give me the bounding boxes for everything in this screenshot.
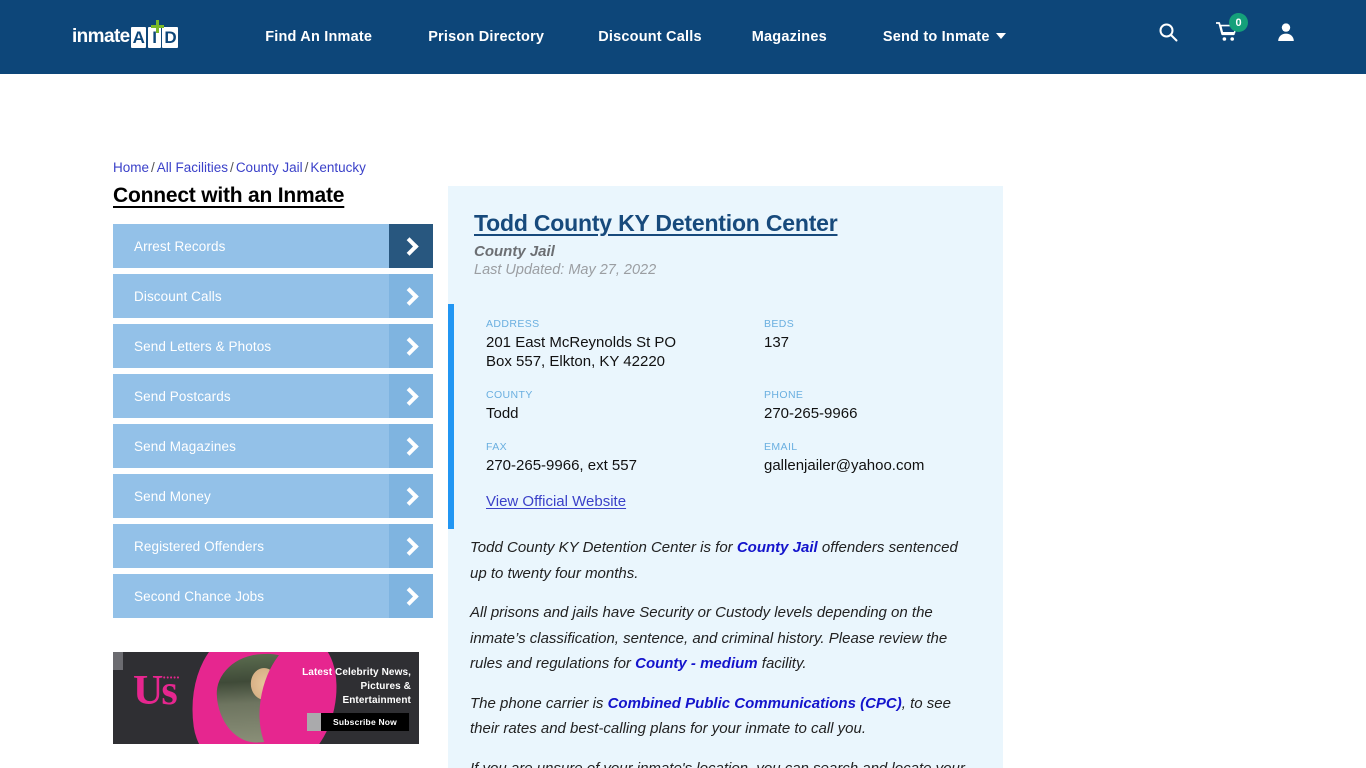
facility-info-grid: ADDRESS 201 East McReynolds St PO Box 55… bbox=[486, 318, 1003, 493]
facility-card: Todd County KY Detention Center County J… bbox=[448, 186, 1003, 768]
breadcrumb-item-home[interactable]: Home bbox=[113, 160, 149, 175]
sidebar-item-send-letters-photos[interactable]: Send Letters & Photos bbox=[113, 324, 433, 368]
site-header: inmate A I D Find An Inmate Prison Direc… bbox=[0, 0, 1366, 74]
facility-last-updated: Last Updated: May 27, 2022 bbox=[474, 262, 657, 278]
search-icon[interactable] bbox=[1158, 22, 1178, 47]
description-paragraph-2: All prisons and jails have Security or C… bbox=[470, 600, 975, 677]
chevron-down-icon bbox=[995, 33, 1006, 39]
cart-count-badge: 0 bbox=[1229, 13, 1248, 32]
ad-cta-wrap[interactable]: Subscribe Now bbox=[306, 713, 409, 731]
sidebar-item-label: Send Letters & Photos bbox=[134, 338, 272, 354]
nav-item-find-an-inmate[interactable]: Find An Inmate bbox=[265, 29, 372, 45]
info-field-email: EMAIL gallenjailer@yahoo.com bbox=[764, 441, 1003, 493]
sidebar-item-label: Arrest Records bbox=[134, 238, 226, 254]
sidebar-item-label: Send Magazines bbox=[134, 438, 236, 454]
info-value: 270-265-9966, ext 557 bbox=[486, 457, 637, 474]
info-label: FAX bbox=[486, 441, 508, 453]
desc-p3-link-cpc[interactable]: Combined Public Communications (CPC) bbox=[608, 695, 902, 712]
sidebar-item-label: Second Chance Jobs bbox=[134, 588, 265, 604]
sidebar-item-label: Send Postcards bbox=[134, 388, 231, 404]
info-label: EMAIL bbox=[764, 441, 798, 453]
info-value: Todd bbox=[486, 405, 519, 422]
sidebar-item-arrest-records[interactable]: Arrest Records bbox=[113, 224, 433, 268]
chevron-right-icon bbox=[389, 324, 433, 368]
logo-plus-icon bbox=[151, 20, 164, 36]
chevron-right-icon bbox=[389, 374, 433, 418]
desc-p1-text-a: Todd County KY Detention Center is for bbox=[470, 539, 737, 556]
advertisement-banner[interactable]: Us ••••• Latest Celebrity News, Pictures… bbox=[113, 652, 419, 744]
sidebar-item-send-magazines[interactable]: Send Magazines bbox=[113, 424, 433, 468]
chevron-right-icon bbox=[389, 574, 433, 618]
view-official-website-link[interactable]: View Official Website bbox=[486, 493, 626, 510]
info-field-county: COUNTY Todd bbox=[486, 389, 764, 441]
info-field-fax: FAX 270-265-9966, ext 557 bbox=[486, 441, 764, 493]
chevron-right-icon bbox=[389, 424, 433, 468]
facility-type: County Jail bbox=[474, 243, 555, 260]
breadcrumb: Home / All Facilities / County Jail / Kentucky bbox=[113, 160, 366, 175]
facility-card-header: Todd County KY Detention Center County J… bbox=[448, 186, 1003, 288]
info-label: PHONE bbox=[764, 389, 804, 401]
breadcrumb-separator: / bbox=[304, 160, 309, 175]
logo-word: inmate bbox=[72, 26, 130, 47]
info-field-beds: BEDS 137 bbox=[764, 318, 1003, 389]
ad-brand-dots: ••••• bbox=[163, 675, 181, 682]
ad-corner-strip bbox=[113, 652, 123, 670]
info-value: gallenjailer@yahoo.com bbox=[764, 457, 925, 474]
breadcrumb-item-kentucky[interactable]: Kentucky bbox=[310, 160, 366, 175]
sidebar-item-label: Send Money bbox=[134, 488, 211, 504]
breadcrumb-separator: / bbox=[151, 160, 155, 175]
page-title: Todd County KY Detention Center bbox=[474, 210, 838, 236]
info-value: 270-265-9966 bbox=[764, 405, 858, 422]
sidebar: Connect with an Inmate Arrest Records Di… bbox=[113, 184, 433, 744]
ad-headline: Latest Celebrity News, Pictures & Entert… bbox=[302, 667, 411, 706]
nav-item-discount-calls[interactable]: Discount Calls bbox=[598, 29, 702, 45]
facility-info-block: ADDRESS 201 East McReynolds St PO Box 55… bbox=[448, 304, 1003, 529]
facility-description: Todd County KY Detention Center is for C… bbox=[448, 529, 1003, 768]
breadcrumb-item-county-jail[interactable]: County Jail bbox=[236, 160, 303, 175]
info-field-address: ADDRESS 201 East McReynolds St PO Box 55… bbox=[486, 318, 764, 389]
sidebar-item-registered-offenders[interactable]: Registered Offenders bbox=[113, 524, 433, 568]
chevron-right-icon bbox=[389, 274, 433, 318]
description-paragraph-1: Todd County KY Detention Center is for C… bbox=[470, 535, 975, 586]
user-icon[interactable] bbox=[1276, 22, 1296, 47]
desc-p3-text-a: The phone carrier is bbox=[470, 694, 608, 712]
logo-letter-a: A bbox=[130, 26, 147, 48]
sidebar-title: Connect with an Inmate bbox=[113, 184, 345, 207]
info-value: 201 East McReynolds St PO Box 557, Elkto… bbox=[486, 334, 677, 370]
desc-p2-text-b: facility. bbox=[757, 655, 807, 672]
sidebar-item-send-postcards[interactable]: Send Postcards bbox=[113, 374, 433, 418]
breadcrumb-item-all-facilities[interactable]: All Facilities bbox=[157, 160, 228, 175]
nav-item-send-to-inmate[interactable]: Send to Inmate bbox=[883, 29, 1006, 45]
info-value: 137 bbox=[764, 334, 790, 351]
info-label: ADDRESS bbox=[486, 318, 540, 330]
info-label: COUNTY bbox=[486, 389, 533, 401]
primary-nav: Find An Inmate Prison Directory Discount… bbox=[265, 29, 1006, 45]
nav-item-send-to-inmate-label: Send to Inmate bbox=[882, 29, 990, 45]
sidebar-item-label: Registered Offenders bbox=[134, 538, 265, 554]
chevron-right-icon bbox=[389, 524, 433, 568]
sidebar-item-send-money[interactable]: Send Money bbox=[113, 474, 433, 518]
sidebar-item-label: Discount Calls bbox=[134, 288, 222, 304]
sidebar-item-second-chance-jobs[interactable]: Second Chance Jobs bbox=[113, 574, 433, 618]
desc-p2-link-county-medium[interactable]: County - medium bbox=[635, 655, 758, 672]
description-paragraph-4: If you are unsure of your inmate's locat… bbox=[470, 756, 975, 768]
ad-subscribe-button[interactable]: Subscribe Now bbox=[320, 713, 409, 731]
site-logo[interactable]: inmate A I D bbox=[72, 20, 179, 52]
chevron-right-icon bbox=[389, 474, 433, 518]
sidebar-item-discount-calls[interactable]: Discount Calls bbox=[113, 274, 433, 318]
ad-cta-edge bbox=[306, 713, 321, 731]
logo-letter-d: D bbox=[162, 26, 179, 48]
desc-p1-link-county-jail[interactable]: County Jail bbox=[737, 539, 818, 556]
info-label: BEDS bbox=[764, 318, 795, 330]
breadcrumb-separator: / bbox=[230, 160, 234, 175]
desc-p4-text-a: If you are unsure of your inmate's locat… bbox=[470, 759, 965, 768]
chevron-right-icon bbox=[389, 224, 433, 268]
description-paragraph-3: The phone carrier is Combined Public Com… bbox=[470, 691, 975, 742]
info-field-phone: PHONE 270-265-9966 bbox=[764, 389, 1003, 441]
cart-icon[interactable]: 0 bbox=[1215, 13, 1248, 47]
nav-item-prison-directory[interactable]: Prison Directory bbox=[428, 29, 544, 45]
nav-item-magazines[interactable]: Magazines bbox=[752, 29, 827, 45]
header-icon-group: 0 bbox=[1158, 13, 1296, 47]
